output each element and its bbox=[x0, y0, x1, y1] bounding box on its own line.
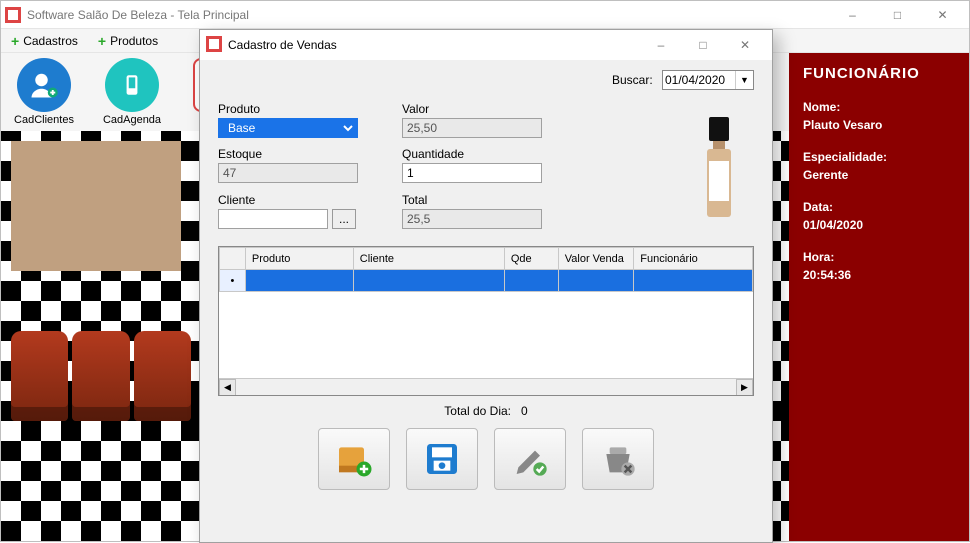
foundation-bottle-icon bbox=[705, 117, 733, 217]
valor-field: Valor bbox=[402, 102, 562, 138]
row-selector-icon[interactable]: • bbox=[220, 270, 246, 292]
quantidade-field: Quantidade bbox=[402, 147, 562, 183]
salon-chairs bbox=[11, 331, 191, 421]
col-produto[interactable]: Produto bbox=[245, 248, 353, 270]
toolbar-cad-agenda[interactable]: CadAgenda bbox=[97, 58, 167, 126]
cell-cliente[interactable] bbox=[353, 270, 504, 292]
app-icon bbox=[5, 7, 21, 23]
valor-input bbox=[402, 118, 542, 138]
main-titlebar: Software Salão De Beleza - Tela Principa… bbox=[1, 1, 969, 29]
buscar-date-input[interactable] bbox=[663, 71, 735, 89]
product-image bbox=[684, 102, 754, 232]
toolbar-cad-clientes-label: CadClientes bbox=[14, 114, 74, 126]
grid-h-scrollbar[interactable]: ◀ ▶ bbox=[219, 378, 753, 395]
estoque-field: Estoque bbox=[218, 147, 378, 183]
cliente-input[interactable] bbox=[218, 209, 328, 229]
menu-produtos[interactable]: + Produtos bbox=[98, 33, 158, 49]
produto-select[interactable]: Base bbox=[218, 118, 358, 138]
funcionario-header: FUNCIONÁRIO bbox=[803, 65, 955, 82]
produto-field: Produto Base bbox=[218, 102, 378, 138]
cell-func[interactable] bbox=[634, 270, 753, 292]
buscar-date-picker[interactable]: ▼ bbox=[662, 70, 754, 90]
plus-icon: + bbox=[98, 33, 106, 49]
grid-corner bbox=[220, 248, 246, 270]
funcionario-especialidade-value: Gerente bbox=[803, 168, 955, 182]
total-dia-value: 0 bbox=[521, 404, 528, 418]
cliente-browse-button[interactable]: ... bbox=[332, 209, 356, 229]
dialog-title: Cadastro de Vendas bbox=[228, 38, 640, 52]
add-sale-button[interactable] bbox=[318, 428, 390, 490]
quantidade-input[interactable] bbox=[402, 163, 542, 183]
estoque-label: Estoque bbox=[218, 147, 378, 161]
save-button[interactable] bbox=[406, 428, 478, 490]
dialog-minimize-button[interactable]: – bbox=[640, 30, 682, 60]
cell-qde[interactable] bbox=[504, 270, 558, 292]
col-valor-venda[interactable]: Valor Venda bbox=[558, 248, 634, 270]
menu-cadastros[interactable]: + Cadastros bbox=[11, 33, 78, 49]
app-icon bbox=[206, 36, 222, 55]
form-grid: Produto Base Valor Estoque bbox=[218, 102, 754, 232]
funcionario-panel: FUNCIONÁRIO Nome: Plauto Vesaro Especial… bbox=[789, 53, 969, 541]
quantidade-label: Quantidade bbox=[402, 147, 562, 161]
funcionario-nome-label: Nome: bbox=[803, 100, 955, 114]
buscar-label: Buscar: bbox=[612, 73, 653, 87]
table-row[interactable]: • bbox=[220, 270, 753, 292]
cliente-label: Cliente bbox=[218, 193, 378, 207]
buscar-row: Buscar: ▼ bbox=[218, 70, 754, 90]
total-label: Total bbox=[402, 193, 562, 207]
dialog-body: Buscar: ▼ Produto Base Valor bbox=[200, 60, 772, 542]
delete-button[interactable] bbox=[582, 428, 654, 490]
menu-cadastros-label: Cadastros bbox=[23, 34, 78, 48]
col-cliente[interactable]: Cliente bbox=[353, 248, 504, 270]
funcionario-especialidade-label: Especialidade: bbox=[803, 150, 955, 164]
main-minimize-button[interactable]: – bbox=[830, 1, 875, 29]
funcionario-nome-value: Plauto Vesaro bbox=[803, 118, 955, 132]
total-field: Total bbox=[402, 193, 562, 229]
valor-label: Valor bbox=[402, 102, 562, 116]
vendas-grid[interactable]: Produto Cliente Qde Valor Venda Funcioná… bbox=[218, 246, 754, 396]
dialog-titlebar: Cadastro de Vendas – □ ✕ bbox=[200, 30, 772, 60]
estoque-input bbox=[218, 163, 358, 183]
funcionario-hora-value: 20:54:36 bbox=[803, 268, 955, 282]
funcionario-data-value: 01/04/2020 bbox=[803, 218, 955, 232]
action-row bbox=[218, 428, 754, 490]
total-dia-row: Total do Dia: 0 bbox=[218, 404, 754, 418]
funcionario-hora-label: Hora: bbox=[803, 250, 955, 264]
person-plus-icon bbox=[17, 58, 71, 112]
total-dia-label: Total do Dia: bbox=[444, 404, 511, 418]
cliente-field: Cliente ... bbox=[218, 193, 378, 229]
main-window: Software Salão De Beleza - Tela Principa… bbox=[0, 0, 970, 542]
cell-valor[interactable] bbox=[558, 270, 634, 292]
phone-icon bbox=[105, 58, 159, 112]
total-input bbox=[402, 209, 542, 229]
produto-label: Produto bbox=[218, 102, 378, 116]
plus-icon: + bbox=[11, 33, 19, 49]
col-qde[interactable]: Qde bbox=[504, 248, 558, 270]
scroll-right-icon[interactable]: ▶ bbox=[736, 379, 753, 396]
main-window-title: Software Salão De Beleza - Tela Principa… bbox=[27, 8, 830, 22]
calendar-dropdown-icon[interactable]: ▼ bbox=[735, 71, 753, 89]
menu-produtos-label: Produtos bbox=[110, 34, 158, 48]
toolbar-cad-agenda-label: CadAgenda bbox=[103, 114, 161, 126]
scroll-left-icon[interactable]: ◀ bbox=[219, 379, 236, 396]
edit-button[interactable] bbox=[494, 428, 566, 490]
col-funcionario[interactable]: Funcionário bbox=[634, 248, 753, 270]
main-maximize-button[interactable]: □ bbox=[875, 1, 920, 29]
toolbar-cad-clientes[interactable]: CadClientes bbox=[9, 58, 79, 126]
dialog-maximize-button[interactable]: □ bbox=[682, 30, 724, 60]
vendas-table: Produto Cliente Qde Valor Venda Funcioná… bbox=[219, 247, 753, 292]
cadastro-vendas-dialog: Cadastro de Vendas – □ ✕ Buscar: ▼ Produ… bbox=[199, 29, 773, 543]
funcionario-data-label: Data: bbox=[803, 200, 955, 214]
main-close-button[interactable]: ✕ bbox=[920, 1, 965, 29]
dialog-close-button[interactable]: ✕ bbox=[724, 30, 766, 60]
cell-produto[interactable] bbox=[245, 270, 353, 292]
vendas-header-row: Produto Cliente Qde Valor Venda Funcioná… bbox=[220, 248, 753, 270]
